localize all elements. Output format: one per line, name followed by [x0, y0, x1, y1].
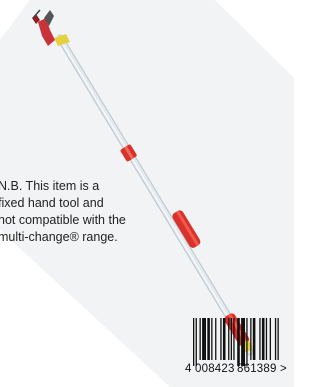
barcode-bar — [193, 318, 195, 366]
barcode-bar — [199, 318, 201, 360]
product-image-canvas: N.B. This item is a fixed hand tool and … — [0, 0, 294, 387]
barcode-bar — [202, 318, 206, 360]
note-line-3: not compatible with the — [0, 213, 126, 227]
barcode-bar — [274, 318, 277, 360]
barcode-bar — [237, 318, 240, 366]
compatibility-note: N.B. This item is a fixed hand tool and … — [0, 178, 180, 246]
barcode-bar — [277, 318, 279, 360]
barcode-bar — [246, 318, 248, 366]
barcode-bar — [261, 318, 265, 360]
barcode-bar — [222, 318, 226, 360]
barcode-left-digits: 008423 — [195, 363, 235, 375]
barcode-bar — [241, 318, 245, 366]
barcode-bar — [265, 318, 268, 360]
barcode-bar — [211, 318, 213, 360]
barcode-bar — [269, 318, 271, 360]
barcode-lead-digit: 4 — [185, 363, 192, 375]
barcode-trailing-mark: > — [280, 363, 287, 375]
barcode-bar — [195, 318, 197, 366]
note-line-1: N.B. This item is a — [0, 179, 100, 193]
barcode-bar — [220, 318, 222, 360]
barcode-bar — [207, 318, 210, 360]
note-line-4: multi-change® range. — [0, 230, 118, 244]
barcode-bar — [259, 318, 261, 360]
barcode-right-digits: 861389 — [237, 363, 277, 375]
barcode-bar — [230, 318, 232, 360]
note-line-2: fixed hand tool and — [0, 196, 104, 210]
barcode-bar — [228, 318, 230, 360]
barcode-bar — [233, 318, 235, 360]
barcode-bar — [252, 318, 256, 360]
barcode-bar — [215, 318, 217, 360]
barcode-bars — [193, 318, 279, 366]
cutting-head — [32, 9, 70, 46]
ean-barcode: 4 008423 861389 > — [185, 318, 287, 378]
barcode-bar — [250, 318, 252, 360]
